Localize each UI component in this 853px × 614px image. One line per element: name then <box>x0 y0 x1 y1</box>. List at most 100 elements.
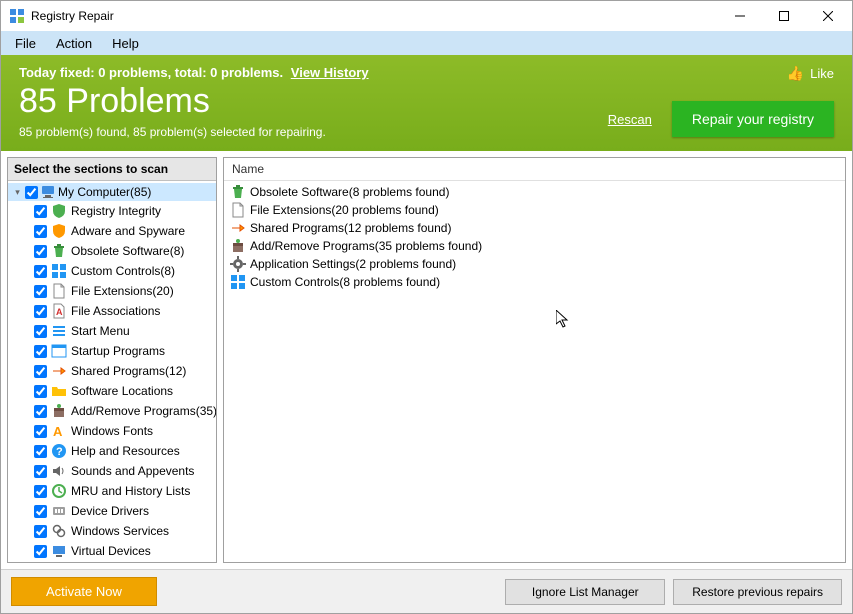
rescan-link[interactable]: Rescan <box>608 112 652 127</box>
results-list: Obsolete Software(8 problems found) File … <box>224 181 845 562</box>
section-checkbox[interactable] <box>34 265 47 278</box>
section-label: Sounds and Appevents <box>71 464 194 478</box>
result-label: Obsolete Software(8 problems found) <box>250 185 449 199</box>
section-checkbox[interactable] <box>34 505 47 518</box>
section-checkbox[interactable] <box>34 305 47 318</box>
history-icon <box>51 483 67 499</box>
font-icon: A <box>51 423 67 439</box>
result-label: File Extensions(20 problems found) <box>250 203 439 217</box>
driver-icon <box>51 503 67 519</box>
tree-item[interactable]: Device Drivers <box>8 501 216 521</box>
tree-item[interactable]: Start Menu <box>8 321 216 341</box>
tree-item[interactable]: Add/Remove Programs(35) <box>8 401 216 421</box>
tree-item[interactable]: Adware and Spyware <box>8 221 216 241</box>
trash-icon <box>230 184 246 200</box>
sections-panel: Select the sections to scan ▾ My Compute… <box>7 157 217 563</box>
section-checkbox[interactable] <box>34 485 47 498</box>
section-checkbox[interactable] <box>34 345 47 358</box>
main-content: Select the sections to scan ▾ My Compute… <box>1 151 852 569</box>
ignore-list-button[interactable]: Ignore List Manager <box>505 579 665 605</box>
section-label: Shared Programs(12) <box>71 364 186 378</box>
section-label: Software Locations <box>71 384 173 398</box>
menubar: File Action Help <box>1 31 852 55</box>
result-item[interactable]: Shared Programs(12 problems found) <box>228 219 841 237</box>
result-item[interactable]: Custom Controls(8 problems found) <box>228 273 841 291</box>
tree-item[interactable]: ARP Cache <box>8 561 216 562</box>
section-label: Start Menu <box>71 324 130 338</box>
tree-item[interactable]: File Extensions(20) <box>8 281 216 301</box>
sections-tree[interactable]: ▾ My Computer(85) Registry Integrity Adwa… <box>8 181 216 562</box>
restore-repairs-button[interactable]: Restore previous repairs <box>673 579 842 605</box>
package-icon <box>230 238 246 254</box>
result-item[interactable]: Add/Remove Programs(35 problems found) <box>228 237 841 255</box>
section-checkbox[interactable] <box>34 245 47 258</box>
tree-item[interactable]: Windows Services <box>8 521 216 541</box>
tree-item[interactable]: Shared Programs(12) <box>8 361 216 381</box>
tree-item[interactable]: Software Locations <box>8 381 216 401</box>
section-checkbox[interactable] <box>34 405 47 418</box>
maximize-button[interactable] <box>762 2 806 30</box>
results-header[interactable]: Name <box>224 158 845 181</box>
section-checkbox[interactable] <box>34 465 47 478</box>
window-icon <box>51 343 67 359</box>
tree-item[interactable]: Obsolete Software(8) <box>8 241 216 261</box>
section-checkbox[interactable] <box>34 445 47 458</box>
section-checkbox[interactable] <box>34 285 47 298</box>
section-checkbox[interactable] <box>34 425 47 438</box>
arrow-icon <box>51 363 67 379</box>
section-label: Custom Controls(8) <box>71 264 175 278</box>
section-label: Windows Fonts <box>71 424 153 438</box>
tree-item[interactable]: A File Associations <box>8 301 216 321</box>
section-checkbox[interactable] <box>34 225 47 238</box>
tree-item[interactable]: A Windows Fonts <box>8 421 216 441</box>
menu-file[interactable]: File <box>5 34 46 53</box>
tree-expander-icon[interactable]: ▾ <box>12 187 23 198</box>
section-label: Obsolete Software(8) <box>71 244 184 258</box>
menu-help[interactable]: Help <box>102 34 149 53</box>
section-checkbox[interactable] <box>34 205 47 218</box>
tree-item[interactable]: Virtual Devices <box>8 541 216 561</box>
section-checkbox[interactable] <box>34 545 47 558</box>
folder-icon <box>51 383 67 399</box>
section-checkbox[interactable] <box>34 525 47 538</box>
section-label: File Extensions(20) <box>71 284 174 298</box>
banner-top-line: Today fixed: 0 problems, total: 0 proble… <box>19 65 834 80</box>
close-button[interactable] <box>806 2 850 30</box>
like-button[interactable]: 👍 Like <box>787 65 834 82</box>
svg-text:A: A <box>56 307 63 317</box>
tree-item[interactable]: MRU and History Lists <box>8 481 216 501</box>
section-label: Add/Remove Programs(35) <box>71 404 216 418</box>
grid-blue-icon <box>51 263 67 279</box>
repair-button[interactable]: Repair your registry <box>672 101 834 137</box>
services-icon <box>51 523 67 539</box>
section-label: Registry Integrity <box>71 204 161 218</box>
shield-orange-icon <box>51 223 67 239</box>
section-checkbox[interactable] <box>34 385 47 398</box>
tree-item[interactable]: Custom Controls(8) <box>8 261 216 281</box>
section-checkbox[interactable] <box>34 365 47 378</box>
minimize-button[interactable] <box>718 2 762 30</box>
result-item[interactable]: File Extensions(20 problems found) <box>228 201 841 219</box>
section-label: File Associations <box>71 304 160 318</box>
gear-icon <box>230 256 246 272</box>
help-icon: ? <box>51 443 67 459</box>
status-banner: Today fixed: 0 problems, total: 0 proble… <box>1 55 852 151</box>
tree-item[interactable]: Registry Integrity <box>8 201 216 221</box>
section-checkbox[interactable] <box>34 325 47 338</box>
result-item[interactable]: Application Settings(2 problems found) <box>228 255 841 273</box>
section-label: Windows Services <box>71 524 169 538</box>
tree-item[interactable]: ?Help and Resources <box>8 441 216 461</box>
svg-text:A: A <box>53 424 63 439</box>
app-window: Registry Repair File Action Help Today f… <box>0 0 853 614</box>
tree-item[interactable]: Sounds and Appevents <box>8 461 216 481</box>
tree-item[interactable]: Startup Programs <box>8 341 216 361</box>
activate-button[interactable]: Activate Now <box>11 577 157 606</box>
root-checkbox[interactable] <box>25 186 38 199</box>
result-item[interactable]: Obsolete Software(8 problems found) <box>228 183 841 201</box>
computer-icon <box>40 184 56 200</box>
menu-action[interactable]: Action <box>46 34 102 53</box>
result-label: Shared Programs(12 problems found) <box>250 221 451 235</box>
tree-root[interactable]: ▾ My Computer(85) <box>8 183 216 201</box>
view-history-link[interactable]: View History <box>291 65 369 80</box>
root-label: My Computer(85) <box>58 185 151 199</box>
